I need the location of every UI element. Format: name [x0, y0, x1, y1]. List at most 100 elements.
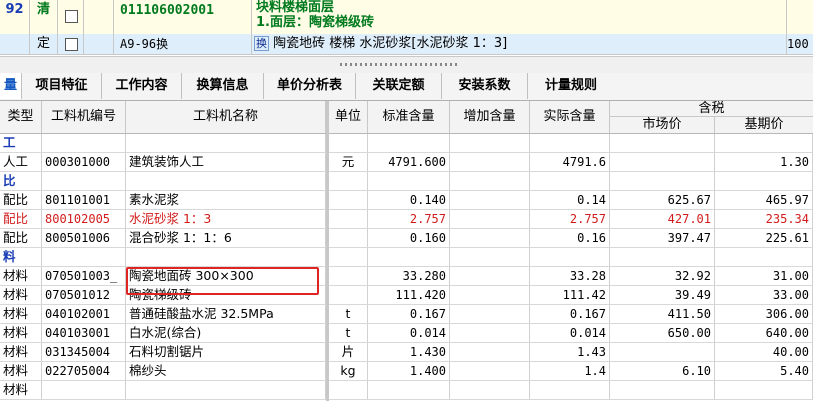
cell-unit[interactable]	[329, 286, 368, 304]
cell-actual[interactable]: 0.014	[530, 324, 610, 342]
cell-type[interactable]: 材料	[0, 286, 42, 304]
cell-unit[interactable]	[329, 191, 368, 209]
cell-actual[interactable]: 4791.6	[530, 153, 610, 171]
row-checkbox[interactable]	[65, 38, 78, 51]
cell-actual[interactable]: 1.43	[530, 343, 610, 361]
cell-unit[interactable]: t	[329, 324, 368, 342]
cell-add[interactable]	[450, 229, 530, 247]
cell-std[interactable]: 111.420	[368, 286, 450, 304]
cell-base[interactable]: 640.00	[715, 324, 813, 342]
cell-type[interactable]: 材料	[0, 381, 42, 399]
cell-add[interactable]	[450, 191, 530, 209]
cell-code[interactable]: 040103001	[42, 324, 126, 342]
cell-code[interactable]: 031345004	[42, 343, 126, 361]
cell-std[interactable]: 0.014	[368, 324, 450, 342]
cell-actual[interactable]: 0.14	[530, 191, 610, 209]
list-row-bill[interactable]: 92 清 011106002001 块料楼梯面层 1.面层：陶瓷梯级砖	[0, 0, 813, 35]
cell-type[interactable]: 人工	[0, 153, 42, 171]
cell-market[interactable]: 411.50	[610, 305, 715, 323]
cell-unit[interactable]: kg	[329, 362, 368, 380]
tab-install-coefficient[interactable]: 安装系数	[442, 73, 528, 99]
row-checkbox[interactable]	[65, 10, 78, 23]
cell-type[interactable]: 材料	[0, 305, 42, 323]
cell-type[interactable]: 料	[0, 248, 42, 266]
cell-add[interactable]	[450, 381, 530, 399]
tab-related-quota[interactable]: 关联定额	[356, 73, 442, 99]
cell-base[interactable]: 5.40	[715, 362, 813, 380]
table-row[interactable]: 材料 022705004 棉纱头 kg 1.400 1.4 6.10 5.40	[0, 362, 813, 381]
row-name[interactable]: 换 陶瓷地砖 楼梯 水泥砂浆[水泥砂浆 1：3]	[252, 34, 787, 54]
cell-type[interactable]: 比	[0, 172, 42, 190]
cell-add[interactable]	[450, 324, 530, 342]
cell-code[interactable]: 070501012	[42, 286, 126, 304]
cell-market[interactable]: 427.01	[610, 210, 715, 228]
cell-base[interactable]: 465.97	[715, 191, 813, 209]
cell-actual[interactable]: 33.28	[530, 267, 610, 285]
cell-code[interactable]: 022705004	[42, 362, 126, 380]
cell-actual[interactable]	[530, 381, 610, 399]
cell-type[interactable]: 材料	[0, 343, 42, 361]
cell-std[interactable]: 0.140	[368, 191, 450, 209]
cell-base[interactable]: 235.34	[715, 210, 813, 228]
cell-market[interactable]: 32.92	[610, 267, 715, 285]
category-row[interactable]: 比	[0, 172, 813, 191]
table-row[interactable]: 配比 800501006 混合砂浆 1：1：6 0.160 0.16 397.47 225.…	[0, 229, 813, 248]
col-code[interactable]: 工料机编号	[42, 101, 126, 133]
cell-code[interactable]: 800501006	[42, 229, 126, 247]
cell-name[interactable]: 棉纱头	[126, 362, 326, 380]
cell-add[interactable]	[450, 305, 530, 323]
category-row[interactable]: 料	[0, 248, 813, 267]
cell-unit[interactable]: t	[329, 305, 368, 323]
table-row[interactable]: 配比 801101001 素水泥浆 0.140 0.14 625.67 465.97	[0, 191, 813, 210]
cell-unit[interactable]: 片	[329, 343, 368, 361]
cell-name[interactable]: 水泥砂浆 1：3	[126, 210, 326, 228]
cell-market[interactable]: 39.49	[610, 286, 715, 304]
cell-std[interactable]: 2.757	[368, 210, 450, 228]
table-row[interactable]: 配比 800102005 水泥砂浆 1：3 2.757 2.757 427.01 235.3…	[0, 210, 813, 229]
cell-code[interactable]: 801101001	[42, 191, 126, 209]
cell-std[interactable]	[368, 381, 450, 399]
cell-code[interactable]: 800102005	[42, 210, 126, 228]
cell-unit[interactable]: 元	[329, 153, 368, 171]
cell-code[interactable]: 040102001	[42, 305, 126, 323]
col-name[interactable]: 工料机名称	[126, 101, 326, 133]
cell-name[interactable]: 建筑装饰人工	[126, 153, 326, 171]
cell-std[interactable]: 0.160	[368, 229, 450, 247]
cell-type[interactable]: 材料	[0, 267, 42, 285]
cell-market[interactable]	[610, 343, 715, 361]
cell-market[interactable]: 6.10	[610, 362, 715, 380]
table-row[interactable]: 人工 000301000 建筑装饰人工元 4791.600 4791.6 1.30	[0, 153, 813, 172]
cell-unit[interactable]	[329, 210, 368, 228]
cell-base[interactable]: 306.00	[715, 305, 813, 323]
cell-add[interactable]	[450, 286, 530, 304]
col-standard-qty[interactable]: 标准含量	[368, 101, 450, 133]
cell-std[interactable]: 1.430	[368, 343, 450, 361]
cell-market[interactable]: 397.47	[610, 229, 715, 247]
cell-add[interactable]	[450, 267, 530, 285]
table-row[interactable]: 材料 040102001 普通硅酸盐水泥 32.5MPa t 0.167 0.167 411…	[0, 305, 813, 324]
cell-market[interactable]: 650.00	[610, 324, 715, 342]
table-row[interactable]: 材料 031345004 石料切割锯片片 1.430 1.43 40.00	[0, 343, 813, 362]
cell-name[interactable]: 普通硅酸盐水泥 32.5MPa	[126, 305, 326, 323]
col-type[interactable]: 类型	[0, 101, 42, 133]
cell-type[interactable]: 配比	[0, 191, 42, 209]
tab-item-features[interactable]: 项目特征	[22, 73, 102, 99]
cell-actual[interactable]: 1.4	[530, 362, 610, 380]
cell-type[interactable]: 工	[0, 134, 42, 152]
table-row[interactable]: 材料 070501012 陶瓷梯级砖 111.420 111.42 39.49 33.00	[0, 286, 813, 305]
table-row[interactable]: 材料 040103001 白水泥(综合) t 0.014 0.014 650.00 640.0…	[0, 324, 813, 343]
cell-type[interactable]: 配比	[0, 229, 42, 247]
col-added-qty[interactable]: 增加含量	[450, 101, 530, 133]
cell-market[interactable]: 625.67	[610, 191, 715, 209]
list-row-quota[interactable]: 定 A9-96换 换 陶瓷地砖 楼梯 水泥砂浆[水泥砂浆 1：3] 100	[0, 34, 813, 55]
column-splitter[interactable]	[326, 101, 329, 401]
cell-add[interactable]	[450, 362, 530, 380]
cell-type[interactable]: 配比	[0, 210, 42, 228]
cell-std[interactable]: 4791.600	[368, 153, 450, 171]
cell-unit[interactable]	[329, 229, 368, 247]
cell-base[interactable]: 31.00	[715, 267, 813, 285]
tab-measure-rules[interactable]: 计量规则	[528, 73, 614, 99]
tab-quantity[interactable]: 量	[0, 73, 22, 99]
cell-name[interactable]: 混合砂浆 1：1：6	[126, 229, 326, 247]
cell-code[interactable]: 070501003_	[42, 267, 126, 285]
